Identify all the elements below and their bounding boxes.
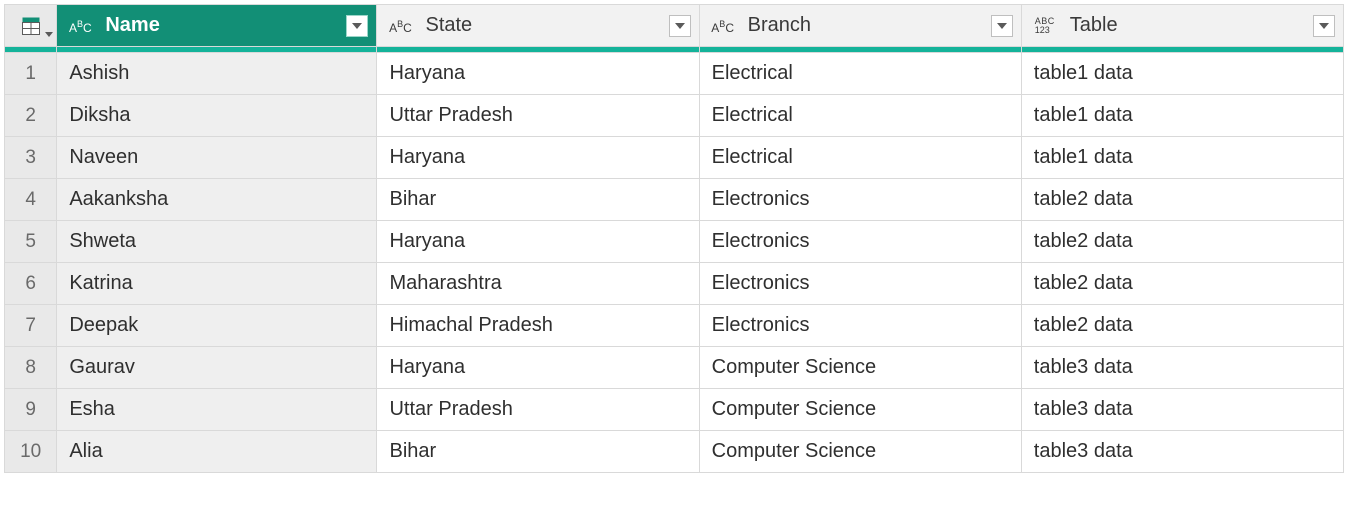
table-icon (22, 17, 40, 35)
select-all-corner[interactable] (5, 5, 57, 47)
cell-branch[interactable]: Electrical (699, 137, 1021, 179)
any-type-icon: ABC123 (1030, 15, 1060, 37)
cell-branch[interactable]: Computer Science (699, 347, 1021, 389)
table-row[interactable]: 5ShwetaHaryanaElectronicstable2 data (5, 221, 1344, 263)
chevron-down-icon (1319, 23, 1329, 29)
cell-state[interactable]: Himachal Pradesh (377, 305, 699, 347)
cell-state[interactable]: Maharashtra (377, 263, 699, 305)
cell-table[interactable]: table2 data (1021, 305, 1343, 347)
cell-name[interactable]: Shweta (57, 221, 377, 263)
text-type-icon: ABC (708, 15, 738, 37)
row-number[interactable]: 9 (5, 389, 57, 431)
row-number[interactable]: 8 (5, 347, 57, 389)
cell-table[interactable]: table3 data (1021, 347, 1343, 389)
column-filter-button-branch[interactable] (991, 15, 1013, 37)
row-number[interactable]: 7 (5, 305, 57, 347)
cell-state[interactable]: Haryana (377, 347, 699, 389)
cell-table[interactable]: table1 data (1021, 137, 1343, 179)
data-preview-table: ABC Name ABC State (4, 4, 1344, 473)
cell-branch[interactable]: Computer Science (699, 389, 1021, 431)
cell-name[interactable]: Aakanksha (57, 179, 377, 221)
row-number[interactable]: 3 (5, 137, 57, 179)
cell-name[interactable]: Naveen (57, 137, 377, 179)
table-row[interactable]: 9EshaUttar PradeshComputer Sciencetable3… (5, 389, 1344, 431)
cell-table[interactable]: table3 data (1021, 389, 1343, 431)
row-number[interactable]: 6 (5, 263, 57, 305)
cell-state[interactable]: Bihar (377, 431, 699, 473)
column-filter-button-name[interactable] (346, 15, 368, 37)
cell-branch[interactable]: Electronics (699, 221, 1021, 263)
cell-name[interactable]: Alia (57, 431, 377, 473)
cell-table[interactable]: table1 data (1021, 53, 1343, 95)
row-number[interactable]: 4 (5, 179, 57, 221)
table-row[interactable]: 10AliaBiharComputer Sciencetable3 data (5, 431, 1344, 473)
cell-state[interactable]: Haryana (377, 53, 699, 95)
cell-state[interactable]: Uttar Pradesh (377, 389, 699, 431)
cell-branch[interactable]: Computer Science (699, 431, 1021, 473)
column-header-table[interactable]: ABC123 Table (1021, 5, 1343, 47)
text-type-icon: ABC (385, 15, 415, 37)
cell-state[interactable]: Haryana (377, 221, 699, 263)
column-label: Table (1070, 14, 1118, 37)
column-label: State (425, 14, 472, 37)
row-number[interactable]: 1 (5, 53, 57, 95)
row-number[interactable]: 5 (5, 221, 57, 263)
cell-table[interactable]: table3 data (1021, 431, 1343, 473)
table-row[interactable]: 8GauravHaryanaComputer Sciencetable3 dat… (5, 347, 1344, 389)
cell-branch[interactable]: Electronics (699, 263, 1021, 305)
cell-branch[interactable]: Electronics (699, 179, 1021, 221)
cell-table[interactable]: table2 data (1021, 263, 1343, 305)
row-number[interactable]: 2 (5, 95, 57, 137)
column-header-branch[interactable]: ABC Branch (699, 5, 1021, 47)
row-number[interactable]: 10 (5, 431, 57, 473)
cell-branch[interactable]: Electrical (699, 53, 1021, 95)
cell-name[interactable]: Diksha (57, 95, 377, 137)
cell-state[interactable]: Uttar Pradesh (377, 95, 699, 137)
cell-table[interactable]: table1 data (1021, 95, 1343, 137)
table-row[interactable]: 6KatrinaMaharashtraElectronicstable2 dat… (5, 263, 1344, 305)
cell-state[interactable]: Bihar (377, 179, 699, 221)
cell-name[interactable]: Ashish (57, 53, 377, 95)
column-header-state[interactable]: ABC State (377, 5, 699, 47)
chevron-down-icon (997, 23, 1007, 29)
text-type-icon: ABC (65, 15, 95, 37)
cell-name[interactable]: Katrina (57, 263, 377, 305)
column-label: Name (105, 14, 159, 37)
cell-table[interactable]: table2 data (1021, 179, 1343, 221)
chevron-down-icon (675, 23, 685, 29)
column-label: Branch (748, 14, 811, 37)
cell-table[interactable]: table2 data (1021, 221, 1343, 263)
column-header-row: ABC Name ABC State (5, 5, 1344, 47)
cell-state[interactable]: Haryana (377, 137, 699, 179)
table-row[interactable]: 4AakankshaBiharElectronicstable2 data (5, 179, 1344, 221)
table-row[interactable]: 1AshishHaryanaElectricaltable1 data (5, 53, 1344, 95)
cell-branch[interactable]: Electrical (699, 95, 1021, 137)
column-header-name[interactable]: ABC Name (57, 5, 377, 47)
table-menu-dropdown-icon[interactable] (45, 20, 53, 43)
cell-branch[interactable]: Electronics (699, 305, 1021, 347)
cell-name[interactable]: Esha (57, 389, 377, 431)
table-row[interactable]: 2DikshaUttar PradeshElectricaltable1 dat… (5, 95, 1344, 137)
cell-name[interactable]: Gaurav (57, 347, 377, 389)
chevron-down-icon (352, 23, 362, 29)
column-filter-button-state[interactable] (669, 15, 691, 37)
table-row[interactable]: 3NaveenHaryanaElectricaltable1 data (5, 137, 1344, 179)
cell-name[interactable]: Deepak (57, 305, 377, 347)
column-filter-button-table[interactable] (1313, 15, 1335, 37)
table-row[interactable]: 7DeepakHimachal PradeshElectronicstable2… (5, 305, 1344, 347)
